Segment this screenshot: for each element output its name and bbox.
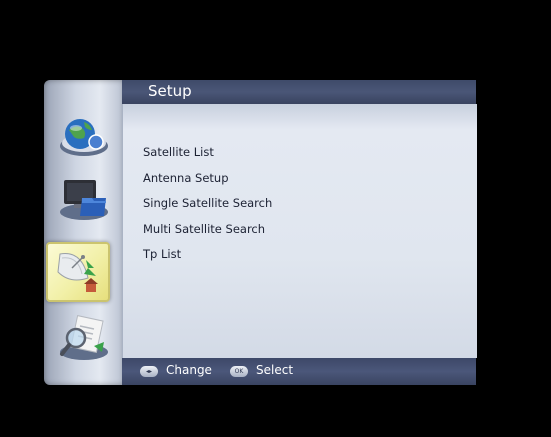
- computer-folder-icon[interactable]: [54, 172, 112, 224]
- tv-screen: Setup Satellite List Antenna Setup Singl…: [0, 0, 551, 437]
- menu-item-satellite-list[interactable]: Satellite List: [143, 140, 272, 166]
- magnifier-document-icon[interactable]: [54, 312, 112, 364]
- menu-item-antenna-setup[interactable]: Antenna Setup: [143, 166, 272, 192]
- left-right-key-icon: ◂▸: [140, 366, 158, 377]
- select-hint-label: Select: [256, 363, 294, 377]
- key-hint-bar: ◂▸ Change OK Select: [122, 358, 476, 385]
- menu-item-tp-list[interactable]: Tp List: [143, 242, 272, 268]
- setup-menu: Satellite List Antenna Setup Single Sate…: [143, 140, 272, 268]
- menu-area: Satellite List Antenna Setup Single Sate…: [122, 104, 477, 358]
- globe-icon[interactable]: [54, 110, 112, 162]
- category-sidebar: [44, 80, 124, 385]
- satellite-dish-icon[interactable]: [46, 242, 110, 302]
- menu-item-single-satellite-search[interactable]: Single Satellite Search: [143, 191, 272, 217]
- page-title: Setup: [148, 82, 192, 100]
- menu-item-multi-satellite-search[interactable]: Multi Satellite Search: [143, 217, 272, 243]
- ok-key-icon: OK: [230, 366, 248, 377]
- setup-panel: Setup Satellite List Antenna Setup Singl…: [122, 80, 477, 385]
- panel-header: Setup: [122, 80, 476, 104]
- change-hint-label: Change: [166, 363, 212, 377]
